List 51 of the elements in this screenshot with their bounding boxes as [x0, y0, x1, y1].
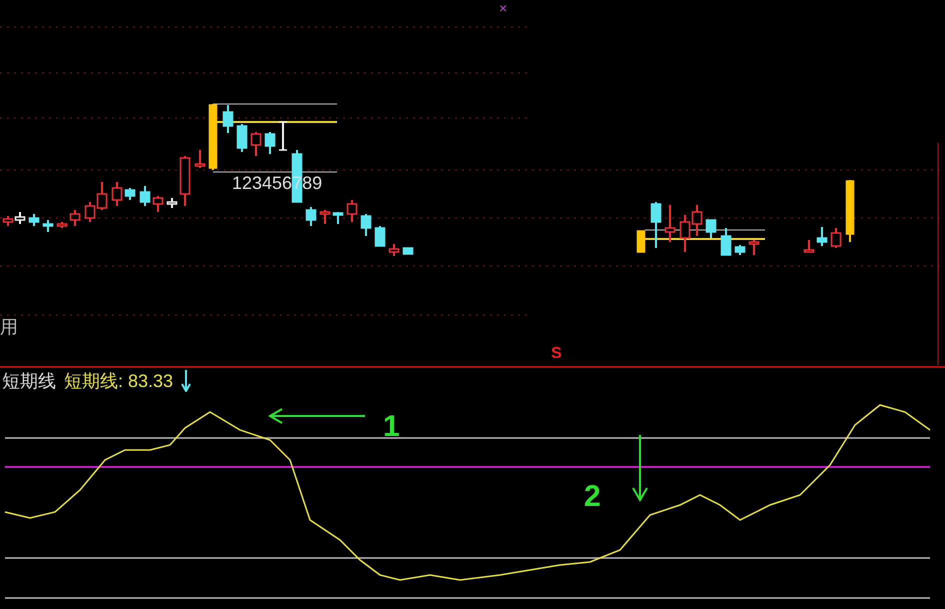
indicator-value: 短期线: 83.33: [64, 370, 174, 392]
candlestick: [166, 198, 178, 208]
candlestick: [402, 247, 414, 255]
candlestick: [96, 182, 108, 210]
candlestick: [664, 205, 676, 242]
candlestick: [804, 240, 814, 253]
candlestick: [692, 205, 702, 236]
candlestick: [208, 104, 218, 170]
signal-label: S: [551, 346, 562, 362]
candlestick: [250, 132, 262, 156]
candlestick: [388, 244, 400, 256]
candlestick: [14, 212, 26, 224]
indicator-name: 短期线: [2, 370, 56, 392]
cut-label: 用: [0, 318, 18, 336]
candlestick: [360, 214, 372, 236]
candlestick: [636, 230, 646, 253]
candlestick: [846, 180, 854, 242]
candlestick: [680, 215, 690, 252]
candlestick: [320, 210, 330, 224]
candlestick: [830, 228, 842, 248]
annotation-number: 2: [584, 482, 601, 512]
candlestick: [650, 202, 662, 248]
candlestick: [56, 222, 68, 228]
candlestick: [720, 228, 732, 256]
annotation-number: 1: [383, 412, 400, 442]
candlestick: [706, 219, 716, 238]
candlestick: [816, 227, 828, 246]
candlestick: [194, 150, 206, 168]
candlestick: [306, 207, 316, 226]
down-arrow-icon: [181, 370, 192, 392]
candlestick: [42, 220, 54, 232]
candlestick: [332, 212, 344, 224]
candlestick: [112, 182, 122, 206]
candlestick: [152, 196, 164, 212]
chart-marker: ×: [499, 0, 508, 18]
candlestick: [28, 214, 40, 226]
candlestick: [2, 216, 14, 226]
candlestick: [84, 202, 96, 222]
candlestick: [180, 156, 190, 206]
candlestick: [140, 186, 150, 206]
candlestick: [279, 121, 287, 151]
arrow: [632, 434, 648, 502]
candlestick: [222, 105, 234, 133]
candlestick: [124, 188, 136, 200]
candlestick: [346, 200, 358, 222]
candlestick: [734, 245, 746, 255]
candlestick: [236, 124, 248, 152]
candlestick: [748, 240, 760, 255]
candlestick: [374, 226, 386, 247]
candlestick: [70, 210, 80, 226]
candlestick: [264, 132, 276, 154]
